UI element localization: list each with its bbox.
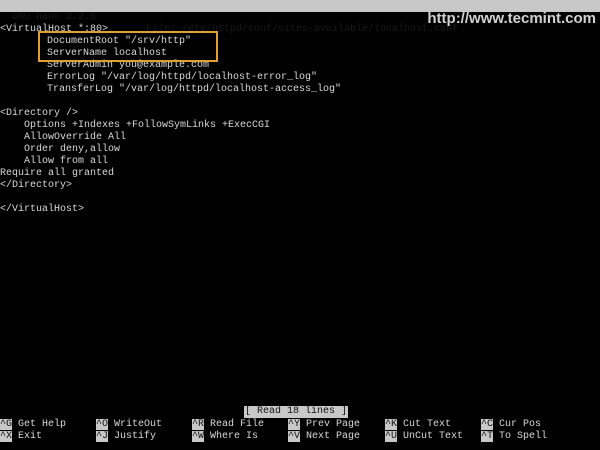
editor-line: <Directory /> [0, 108, 79, 119]
editor-line: Allow from all [24, 156, 109, 167]
shortcut-key: ^R [192, 419, 205, 430]
shortcut-label: Justify [114, 431, 157, 442]
shortcut-key: ^C [481, 419, 494, 430]
status-message: [ Read 18 lines ] [244, 406, 349, 418]
shortcut-cur-pos[interactable]: ^C Cur Pos [481, 419, 541, 431]
editor-line: </VirtualHost> [0, 204, 85, 215]
shortcut-label: Cur Pos [499, 419, 542, 430]
shortcut-key: ^T [481, 431, 494, 442]
shortcut-prev-page[interactable]: ^Y Prev Page [288, 419, 360, 431]
app-version: GNU nano 2.2.6 [12, 12, 97, 23]
watermark: http://www.tecmint.com [427, 10, 596, 27]
shortcut-key: ^O [96, 419, 109, 430]
shortcut-label: Prev Page [306, 419, 361, 430]
shortcut-key: ^W [192, 431, 205, 442]
highlight-box [38, 31, 218, 62]
editor-line: TransferLog "/var/log/httpd/localhost-ac… [47, 84, 342, 95]
shortcut-get-help[interactable]: ^G Get Help [0, 419, 66, 431]
shortcut-key: ^J [96, 431, 109, 442]
shortcut-exit[interactable]: ^X Exit [0, 431, 42, 443]
editor-line: Require all granted [0, 168, 115, 179]
editor-line: </Directory> [0, 180, 73, 191]
shortcut-cut-text[interactable]: ^K Cut Text [385, 419, 451, 431]
shortcut-where-is[interactable]: ^W Where Is [192, 431, 258, 443]
shortcut-label: Next Page [306, 431, 361, 442]
shortcut-label: Cut Text [403, 419, 452, 430]
shortcut-label: UnCut Text [403, 431, 464, 442]
shortcut-to-spell[interactable]: ^T To Spell [481, 431, 547, 443]
editor-line: ErrorLog "/var/log/httpd/localhost-error… [47, 72, 318, 83]
shortcut-key: ^Y [288, 419, 301, 430]
shortcut-label: Read File [210, 419, 265, 430]
shortcut-writeout[interactable]: ^O WriteOut [96, 419, 162, 431]
shortcut-label: Exit [18, 431, 43, 442]
shortcut-key: ^U [385, 431, 398, 442]
shortcut-next-page[interactable]: ^V Next Page [288, 431, 360, 443]
shortcut-read-file[interactable]: ^R Read File [192, 419, 264, 431]
shortcut-key: ^X [0, 431, 13, 442]
shortcut-justify[interactable]: ^J Justify [96, 431, 156, 443]
shortcut-uncut-text[interactable]: ^U UnCut Text [385, 431, 463, 443]
shortcut-key: ^V [288, 431, 301, 442]
shortcut-label: Get Help [18, 419, 67, 430]
editor-line: AllowOverride All [24, 132, 127, 143]
shortcut-label: Where Is [210, 431, 259, 442]
shortcut-key: ^K [385, 419, 398, 430]
editor-line: Order deny,allow [24, 144, 121, 155]
shortcut-key: ^G [0, 419, 13, 430]
editor-line: Options +Indexes +FollowSymLinks +ExecCG… [24, 120, 271, 131]
shortcut-label: To Spell [499, 431, 548, 442]
shortcut-label: WriteOut [114, 419, 163, 430]
